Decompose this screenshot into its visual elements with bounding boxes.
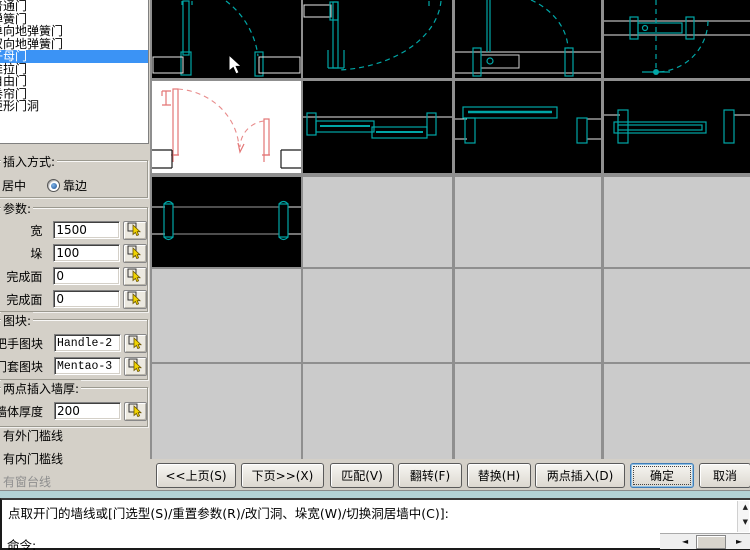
command-input-line[interactable]: 命令: bbox=[7, 535, 36, 550]
thumbnail-centered-sliding-door[interactable] bbox=[604, 81, 750, 173]
thumbnail-empty-cell[interactable] bbox=[604, 177, 750, 267]
blocks-group-label: 图块: bbox=[1, 312, 33, 329]
field-label: 完成面 bbox=[1, 268, 44, 285]
field-row: 把手图块 bbox=[1, 334, 147, 352]
field-label: 门套图块 bbox=[1, 358, 45, 375]
door-type-listbox[interactable]: 普通门弹簧门单向地弹簧门双向地弹簧门子母门推拉门自由门卷帘门矩形门洞 bbox=[0, 0, 149, 144]
field-row: 宽 bbox=[1, 221, 147, 239]
pick-from-screen-button[interactable] bbox=[123, 221, 147, 240]
pick-from-screen-button[interactable] bbox=[124, 334, 147, 353]
scroll-left-icon[interactable]: ◄ bbox=[682, 537, 688, 546]
finish-face-inner-input[interactable] bbox=[53, 290, 120, 308]
scrollbar-thumb[interactable] bbox=[696, 535, 726, 549]
command-vertical-scrollbar[interactable]: ▲ ▼ bbox=[737, 501, 749, 532]
match-button[interactable]: 匹配(V) bbox=[330, 463, 394, 488]
thumbnail-empty-cell[interactable] bbox=[455, 364, 601, 459]
radio-center-label: 居中 bbox=[2, 177, 26, 194]
pick-from-screen-button[interactable] bbox=[124, 402, 147, 421]
thumbnail-empty-cell[interactable] bbox=[303, 364, 452, 459]
scroll-down-icon[interactable]: ▼ bbox=[743, 519, 748, 526]
prev-page-button[interactable]: <<上页(S) bbox=[156, 463, 236, 488]
scroll-right-icon[interactable]: ► bbox=[736, 537, 742, 546]
checkbox-option[interactable]: 有内门槛线 bbox=[3, 453, 63, 466]
door-type-item[interactable]: 自由门 bbox=[0, 75, 148, 88]
field-label: 墙体厚度 bbox=[1, 403, 45, 420]
next-page-button[interactable]: 下页>>(X) bbox=[241, 463, 324, 488]
field-label: 垛 bbox=[1, 245, 44, 262]
blocks-group: 图块: 把手图块门套图块 bbox=[0, 319, 148, 380]
door-type-item[interactable]: 普通门 bbox=[0, 0, 148, 13]
checkbox-option[interactable]: 有外门槛线 bbox=[3, 430, 63, 443]
pick-from-screen-button[interactable] bbox=[123, 267, 147, 286]
thumbnail-empty-cell[interactable] bbox=[152, 269, 301, 362]
thumbnail-single-swing-door[interactable] bbox=[152, 0, 301, 78]
thumbnail-center-pivot-door[interactable] bbox=[604, 0, 750, 78]
ok-button[interactable]: 确定 bbox=[630, 463, 694, 488]
thumbnail-empty-cell[interactable] bbox=[303, 269, 452, 362]
thumbnail-empty-cell[interactable] bbox=[303, 177, 452, 267]
left-panel: 普通门弹簧门单向地弹簧门双向地弹簧门子母门推拉门自由门卷帘门矩形门洞 插入方式:… bbox=[0, 0, 150, 490]
parameters-group-label: 参数: bbox=[1, 200, 33, 217]
thumbnail-swing-door-with-frame-panel[interactable] bbox=[455, 0, 601, 78]
two-point-wall-group: 两点插入墙厚: 墙体厚度 bbox=[0, 387, 148, 427]
door-frame-block-input[interactable] bbox=[54, 357, 121, 375]
replace-button[interactable]: 替换(H) bbox=[467, 463, 531, 488]
radio-icon bbox=[47, 179, 60, 192]
pick-from-screen-button[interactable] bbox=[124, 357, 147, 376]
door-parameters-dialog: 普通门弹簧门单向地弹簧门双向地弹簧门子母门推拉门自由门卷帘门矩形门洞 插入方式:… bbox=[0, 0, 750, 550]
field-label: 宽 bbox=[1, 222, 44, 239]
sill-line-options: 有外门槛线有内门槛线有窗台线 bbox=[3, 430, 63, 499]
insert-mode-group-label: 插入方式: bbox=[1, 153, 57, 170]
field-row: 完成面 bbox=[1, 267, 147, 285]
radio-center[interactable]: 居中 bbox=[0, 177, 26, 194]
field-row: 完成面 bbox=[1, 290, 147, 308]
insert-mode-group: 插入方式: 居中 靠边 bbox=[0, 160, 148, 198]
cancel-button[interactable]: 取消 bbox=[699, 463, 750, 488]
door-type-item[interactable]: 单向地弹簧门 bbox=[0, 25, 148, 38]
door-type-item[interactable]: 子母门 bbox=[0, 50, 148, 63]
field-row: 门套图块 bbox=[1, 357, 147, 375]
pick-from-screen-button[interactable] bbox=[123, 290, 147, 309]
thumbnail-empty-cell[interactable] bbox=[604, 364, 750, 459]
thumbnail-plain-door-opening[interactable] bbox=[152, 177, 301, 267]
command-history-line: 点取开门的墙线或[门选型(S)/重置参数(R)/改门洞、垛宽(W)/切换洞居墙中… bbox=[8, 503, 449, 522]
field-row: 墙体厚度 bbox=[1, 402, 147, 420]
door-style-preview-grid bbox=[150, 0, 750, 459]
mouse-cursor-icon bbox=[228, 55, 243, 79]
thumbnail-unequal-double-swing-door-selected[interactable] bbox=[152, 81, 301, 173]
finish-face-outer-input[interactable] bbox=[53, 267, 120, 285]
door-pier-input[interactable] bbox=[53, 244, 120, 262]
thumbnail-empty-cell[interactable] bbox=[152, 364, 301, 459]
thumbnail-empty-cell[interactable] bbox=[455, 177, 601, 267]
wall-thickness-input[interactable] bbox=[54, 402, 121, 420]
thumbnail-empty-cell[interactable] bbox=[455, 269, 601, 362]
handle-block-input[interactable] bbox=[54, 334, 121, 352]
thumbnail-single-swing-door-large-arc[interactable] bbox=[303, 0, 452, 78]
radio-edge[interactable]: 靠边 bbox=[47, 177, 87, 194]
scroll-up-icon[interactable]: ▲ bbox=[743, 504, 748, 511]
parameters-group: 参数: 宽垛完成面完成面 bbox=[0, 207, 148, 312]
pick-from-screen-button[interactable] bbox=[123, 244, 147, 263]
door-type-item[interactable]: 矩形门洞 bbox=[0, 100, 148, 113]
wall-group-label: 两点插入墙厚: bbox=[1, 380, 81, 397]
field-label: 把手图块 bbox=[1, 335, 45, 352]
thumbnail-double-sliding-door[interactable] bbox=[303, 81, 452, 173]
flip-button[interactable]: 翻转(F) bbox=[398, 463, 462, 488]
radio-edge-label: 靠边 bbox=[63, 177, 87, 194]
thumbnail-empty-cell[interactable] bbox=[604, 269, 750, 362]
two-point-insert-button[interactable]: 两点插入(D) bbox=[535, 463, 625, 488]
field-label: 完成面 bbox=[1, 291, 44, 308]
command-horizontal-scrollbar[interactable]: ◄ ► bbox=[660, 533, 750, 549]
door-width-input[interactable] bbox=[53, 221, 120, 239]
thumbnail-single-sliding-door[interactable] bbox=[455, 81, 601, 173]
command-window: 点取开门的墙线或[门选型(S)/重置参数(R)/改门洞、垛宽(W)/切换洞居墙中… bbox=[0, 498, 750, 550]
checkbox-option: 有窗台线 bbox=[3, 476, 63, 489]
field-row: 垛 bbox=[1, 244, 147, 262]
